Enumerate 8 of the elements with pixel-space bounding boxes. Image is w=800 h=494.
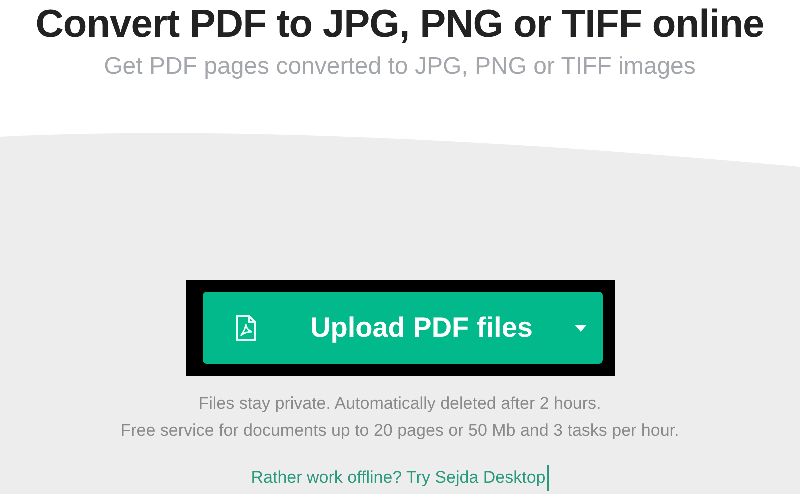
caret-icon — [574, 324, 587, 332]
info-text: Files stay private. Automatically deleted after 2 hours. — [198, 393, 602, 415]
page-subtitle: Get PDF pages converted to JPG, PNG or TIFF images — [104, 52, 696, 82]
desktop-link[interactable]: Rather work offline? Try Sejda Desktop — [251, 465, 549, 490]
info-text: Free service for documents up to 20 pages or 50 Mb and 3 tasks per hour. — [120, 420, 680, 442]
page-title: Convert PDF to JPG, PNG or TIFF online — [36, 2, 764, 48]
pdf-file-icon — [234, 314, 256, 342]
upload-button[interactable]: Upload PDF files — [202, 292, 602, 364]
